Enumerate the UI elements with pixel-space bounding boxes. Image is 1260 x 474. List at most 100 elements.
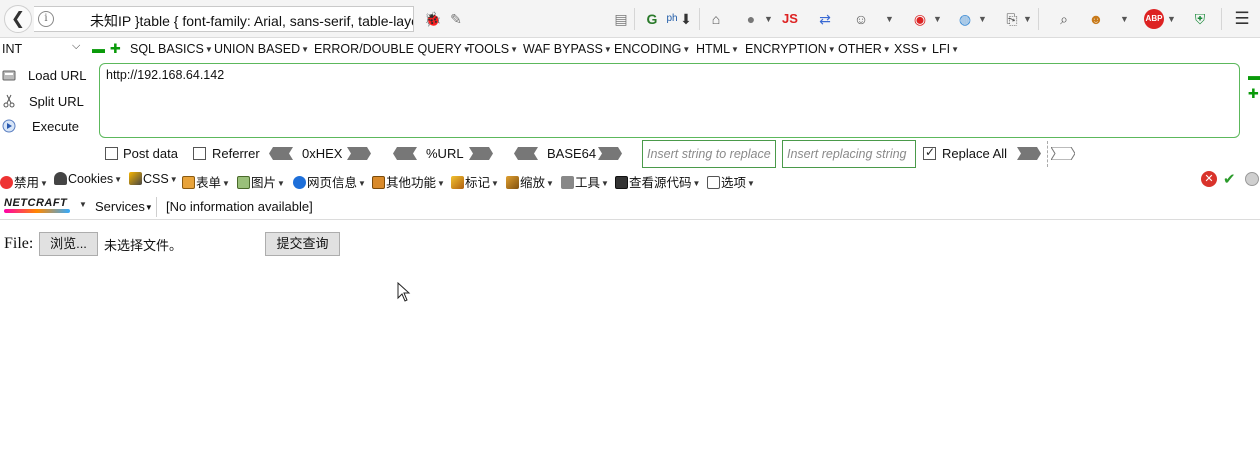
wd-disable-menu[interactable]: 禁用▼ (0, 172, 48, 191)
page-icon[interactable]: ✎ (446, 9, 466, 29)
globe-icon[interactable]: ● (741, 9, 761, 29)
hex-encode-arrow-icon[interactable] (347, 147, 371, 160)
menu-label: ENCODING (614, 42, 682, 56)
toolbar-separator (1221, 8, 1222, 30)
hex-decode-arrow-icon[interactable] (269, 147, 293, 160)
base64-decode-arrow-icon[interactable] (514, 147, 538, 160)
stylish-icon[interactable]: ◉ (910, 9, 930, 29)
menu-html[interactable]: HTML▼ (696, 42, 739, 56)
copy-icon[interactable]: ⎘ (1002, 9, 1022, 29)
chevron-down-icon[interactable]: ▼ (1120, 9, 1129, 29)
menu-label: SQL BASICS (130, 42, 204, 56)
address-bar-text: 未知IP }table { font-family: Arial, sans-s… (90, 13, 413, 29)
wd-outline-menu[interactable]: 标记▼ (451, 172, 499, 191)
browse-button[interactable]: 浏览... (39, 232, 98, 256)
toolbar-separator (634, 8, 635, 30)
back-button[interactable]: ❮ (4, 5, 32, 33)
netcraft-logo[interactable]: NETCRAFT (4, 197, 67, 209)
caret-down-icon: ▼ (546, 179, 554, 188)
replace-string-input[interactable]: Insert string to replace (642, 140, 776, 168)
plus-icon[interactable]: ✚ (110, 41, 121, 57)
wd-images-menu[interactable]: 图片▼ (237, 172, 285, 191)
chrome-icon[interactable]: ◍ (955, 9, 975, 29)
referrer-checkbox[interactable] (193, 147, 206, 160)
wd-label: 工具 (575, 176, 601, 190)
menu-tools[interactable]: TOOLS▼ (467, 42, 518, 56)
menu-encryption[interactable]: ENCRYPTION▼ (745, 42, 836, 56)
base64-encode-arrow-icon[interactable] (598, 147, 622, 160)
check-icon[interactable]: ✔ (1223, 170, 1236, 188)
referrer-label: Referrer (212, 146, 260, 161)
wd-misc-menu[interactable]: 其他功能▼ (372, 172, 445, 191)
status-icon[interactable] (1245, 172, 1259, 186)
screenshot-icon[interactable]: ▤ (611, 9, 631, 29)
load-url-button[interactable]: Load URL (0, 65, 95, 87)
wd-label: 表单 (196, 176, 222, 190)
chevron-down-icon[interactable]: ▼ (764, 9, 773, 29)
wd-cookies-menu[interactable]: Cookies▼ (54, 172, 122, 186)
wd-view-source-menu[interactable]: 查看源代码▼ (615, 172, 700, 191)
execute-button[interactable]: Execute (0, 116, 95, 138)
replace-back-arrow-icon[interactable] (1051, 147, 1075, 160)
replace-all-checkbox[interactable] (923, 145, 936, 160)
adblock-icon[interactable]: ABP (1144, 9, 1164, 29)
menu-error-double-query[interactable]: ERROR/DOUBLE QUERY▼ (314, 42, 471, 56)
shield-icon[interactable]: ⛨ (1190, 9, 1210, 29)
caret-down-icon: ▼ (692, 179, 701, 188)
menu-icon[interactable]: ☰ (1232, 9, 1252, 29)
javascript-icon[interactable]: JS (780, 9, 800, 29)
wd-page-info-menu[interactable]: 网页信息▼ (293, 172, 366, 191)
replacing-string-input[interactable]: Insert replacing string (782, 140, 916, 168)
wd-options-menu[interactable]: 选项▼ (707, 172, 755, 191)
menu-other[interactable]: OTHER▼ (838, 42, 891, 56)
netcraft-services-menu[interactable]: Services▼ (95, 199, 153, 214)
hackbar-int-select[interactable]: INT (2, 42, 22, 56)
wd-tools-menu[interactable]: 工具▼ (561, 172, 609, 191)
zoom-icon[interactable]: ⌕ (1054, 9, 1074, 29)
google-toolbar-icon[interactable]: G (642, 9, 662, 29)
chevron-down-icon[interactable]: ▼ (1167, 9, 1176, 29)
url-textarea[interactable]: http://192.168.64.142 (99, 63, 1240, 138)
split-url-button[interactable]: Split URL (0, 91, 95, 113)
home-icon[interactable]: ⌂ (706, 9, 726, 29)
minus-icon[interactable]: ▬ (1248, 68, 1260, 83)
menu-waf-bypass[interactable]: WAF BYPASS▼ (523, 42, 612, 56)
wd-forms-menu[interactable]: 表单▼ (182, 172, 230, 191)
chevron-down-icon[interactable]: ▼ (978, 9, 987, 29)
menu-lfi[interactable]: LFI▼ (932, 42, 959, 56)
chevron-down-icon[interactable]: ▼ (79, 200, 87, 209)
menu-label: OTHER (838, 42, 882, 56)
download-arrow-icon[interactable]: ⬇ (676, 9, 696, 29)
chevron-down-icon[interactable]: ⌵ (72, 40, 80, 53)
wd-label: 其他功能 (386, 176, 437, 190)
chevron-down-icon[interactable]: ▼ (933, 9, 942, 29)
address-bar[interactable]: i 未知IP }table { font-family: Arial, sans… (34, 6, 414, 32)
plus-icon[interactable]: ✚ (1248, 86, 1259, 102)
wd-label: 选项 (721, 176, 747, 190)
info-icon[interactable]: i (38, 11, 54, 27)
submit-query-button[interactable]: 提交查询 (265, 232, 340, 256)
palette-icon[interactable]: ☺ (851, 9, 871, 29)
chevron-down-icon[interactable]: ▼ (885, 9, 894, 29)
error-icon[interactable]: ✕ (1201, 171, 1217, 187)
url-decode-arrow-icon[interactable] (393, 147, 417, 160)
menu-encoding[interactable]: ENCODING▼ (614, 42, 690, 56)
post-data-checkbox[interactable] (105, 147, 118, 160)
wd-resize-menu[interactable]: 缩放▼ (506, 172, 554, 191)
translate-icon[interactable]: ⇄ (815, 9, 835, 29)
url-encoding-label: %URL (426, 146, 464, 161)
url-encode-arrow-icon[interactable] (469, 147, 493, 160)
replace-arrow-icon[interactable] (1017, 147, 1041, 160)
hackbar-menu-bar: INT ⌵ ▬ ✚ SQL BASICS▼ UNION BASED▼ ERROR… (0, 40, 1260, 60)
chevron-down-icon[interactable]: ▼ (1023, 9, 1032, 29)
wd-css-menu[interactable]: CSS▼ (129, 172, 178, 186)
menu-xss[interactable]: XSS▼ (894, 42, 928, 56)
greasemonkey-icon[interactable]: ☻ (1086, 9, 1106, 29)
firebug-icon[interactable]: 🐞 (423, 9, 443, 29)
menu-union-based[interactable]: UNION BASED▼ (214, 42, 309, 56)
menu-label: ERROR/DOUBLE QUERY (314, 42, 462, 56)
minus-icon[interactable]: ▬ (92, 41, 105, 56)
caret-down-icon: ▼ (277, 179, 285, 188)
menu-sql-basics[interactable]: SQL BASICS▼ (130, 42, 213, 56)
wd-label: 缩放 (520, 176, 546, 190)
